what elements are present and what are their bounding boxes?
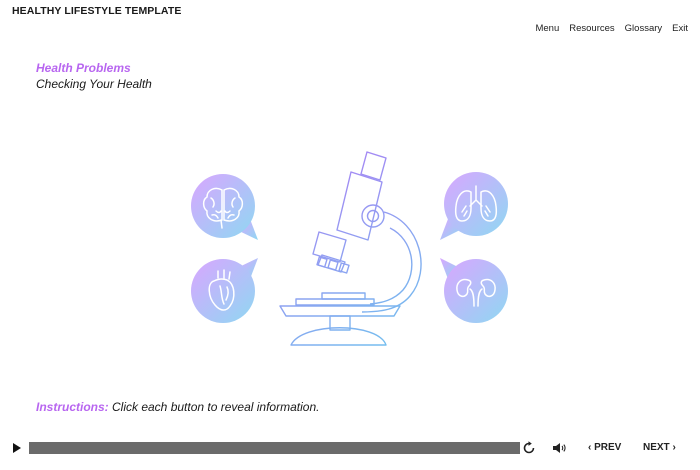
- prev-button[interactable]: ‹ PREV: [588, 442, 621, 453]
- progress-bar[interactable]: [29, 442, 520, 454]
- exit-link[interactable]: Exit: [672, 23, 688, 34]
- prev-label: PREV: [594, 442, 622, 453]
- course-title: HEALTHY LIFESTYLE TEMPLATE: [12, 5, 182, 17]
- glossary-link[interactable]: Glossary: [625, 23, 662, 34]
- next-button[interactable]: NEXT ›: [643, 442, 676, 453]
- progress-fill: [29, 442, 520, 454]
- instructions: Instructions: Click each button to revea…: [36, 400, 319, 414]
- play-button[interactable]: [13, 443, 21, 453]
- page-heading: Health Problems: [36, 61, 131, 75]
- player-controls: ‹ PREV NEXT ›: [0, 436, 700, 462]
- next-label: NEXT: [643, 442, 670, 453]
- top-navigation: Menu Resources Glossary Exit: [535, 23, 688, 34]
- menu-link[interactable]: Menu: [535, 23, 559, 34]
- volume-icon[interactable]: [552, 441, 566, 455]
- replay-icon[interactable]: [522, 441, 536, 455]
- kidneys-button[interactable]: [440, 258, 508, 323]
- page-subheading: Checking Your Health: [36, 77, 152, 91]
- microscope-icon: [279, 151, 422, 346]
- resources-link[interactable]: Resources: [569, 23, 614, 34]
- brain-button[interactable]: [191, 174, 258, 240]
- lungs-button[interactable]: [440, 172, 508, 240]
- chevron-right-icon: ›: [672, 442, 676, 453]
- heart-button[interactable]: [191, 258, 258, 323]
- instructions-label: Instructions:: [36, 400, 109, 414]
- chevron-left-icon: ‹: [588, 442, 592, 453]
- instructions-text: Click each button to reveal information.: [108, 400, 320, 414]
